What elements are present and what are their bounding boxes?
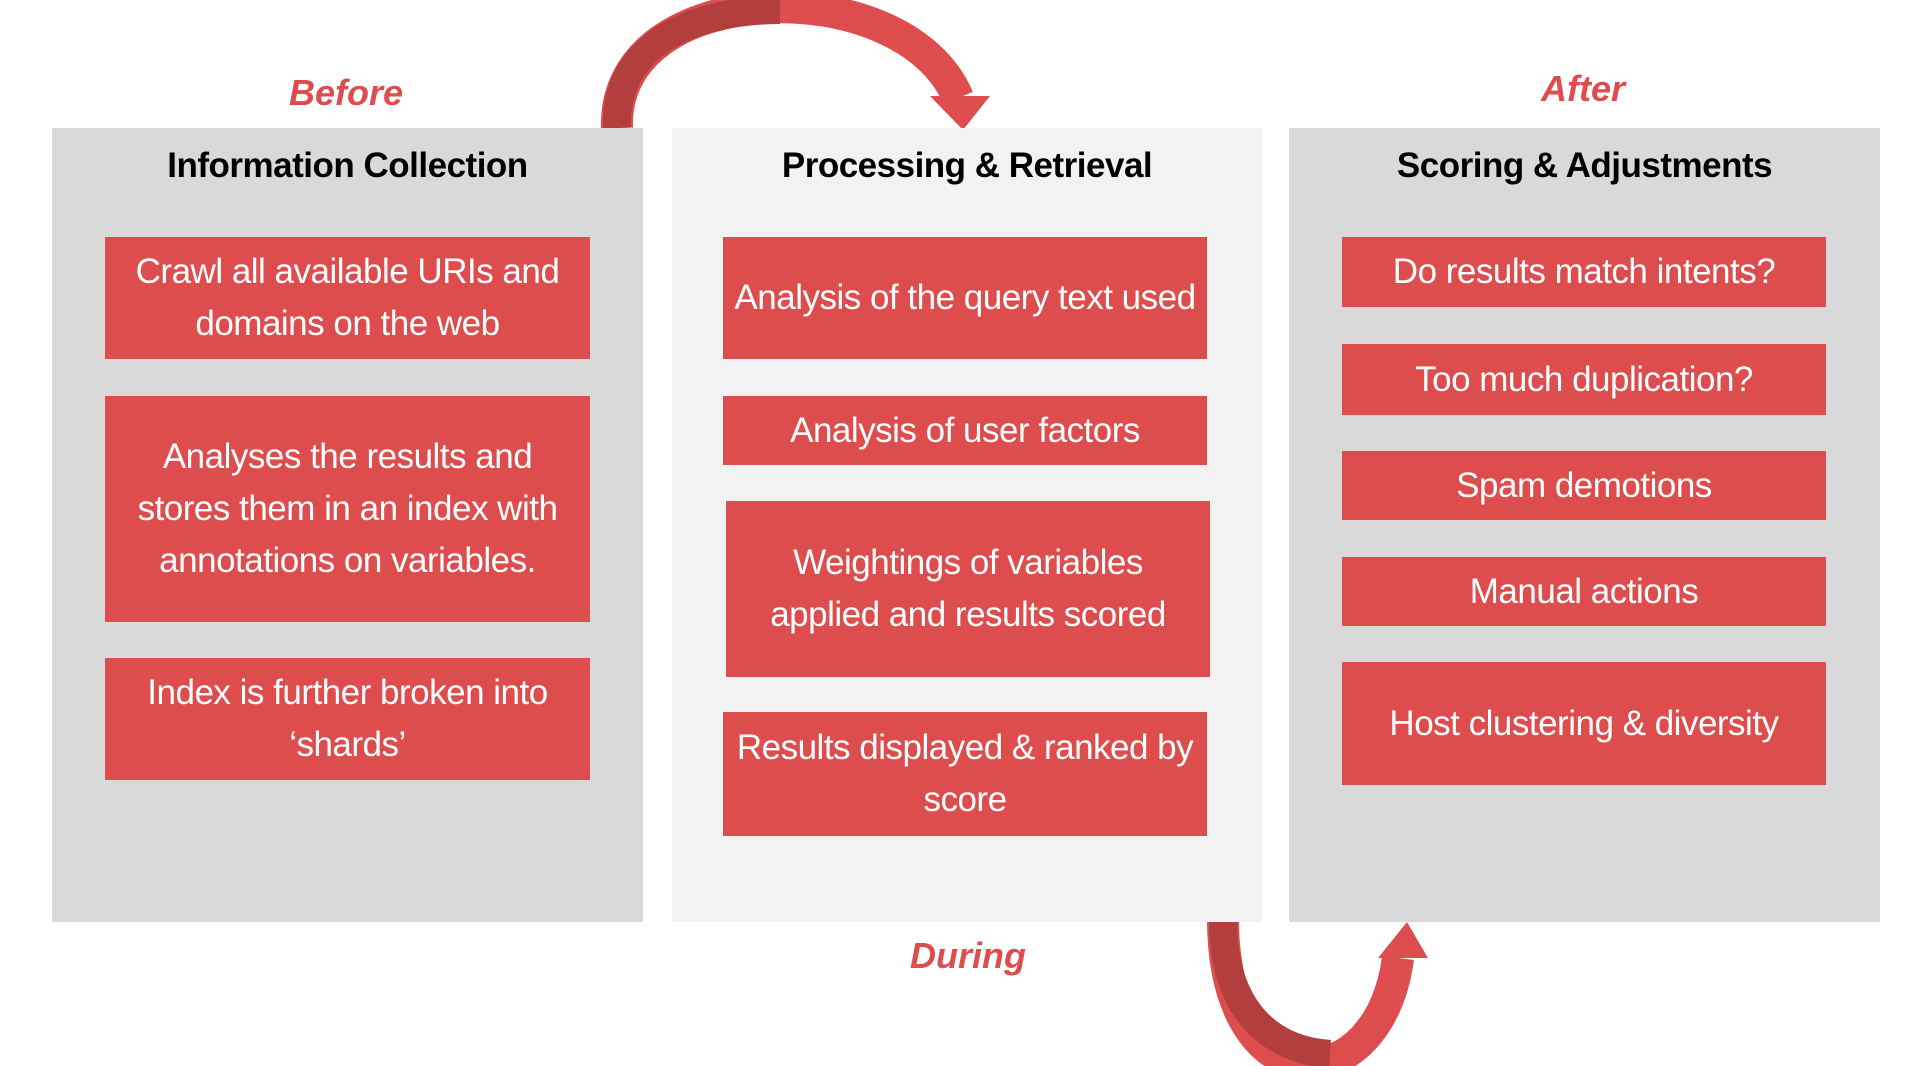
step-box: Analyses the results and stores them in …	[105, 396, 590, 622]
step-box: Do results match intents?	[1342, 237, 1826, 307]
phase-label-during: During	[910, 935, 1026, 976]
step-box: Index is further broken into ‘shards’	[105, 658, 590, 780]
step-box: Manual actions	[1342, 557, 1826, 626]
phase-label-after: After	[1540, 68, 1626, 109]
phase-label-before: Before	[288, 72, 404, 113]
step-box: Analysis of the query text used	[723, 237, 1207, 359]
step-box: Crawl all available URIs and domains on …	[105, 237, 590, 359]
step-box: Host clustering & diversity	[1342, 662, 1826, 785]
arrow-before-to-during	[600, 0, 990, 130]
step-box: Analysis of user factors	[723, 396, 1207, 465]
step-box: Spam demotions	[1342, 451, 1826, 520]
step-box: Results displayed & ranked by score	[723, 712, 1207, 836]
panel-title: Scoring & Adjustments	[1396, 146, 1773, 185]
panel-title: Processing & Retrieval	[781, 146, 1153, 185]
arrow-during-to-after	[1207, 921, 1428, 1066]
step-box: Too much duplication?	[1342, 344, 1826, 415]
panel-title: Information Collection	[167, 146, 528, 185]
step-box: Weightings of variables applied and resu…	[726, 501, 1210, 677]
